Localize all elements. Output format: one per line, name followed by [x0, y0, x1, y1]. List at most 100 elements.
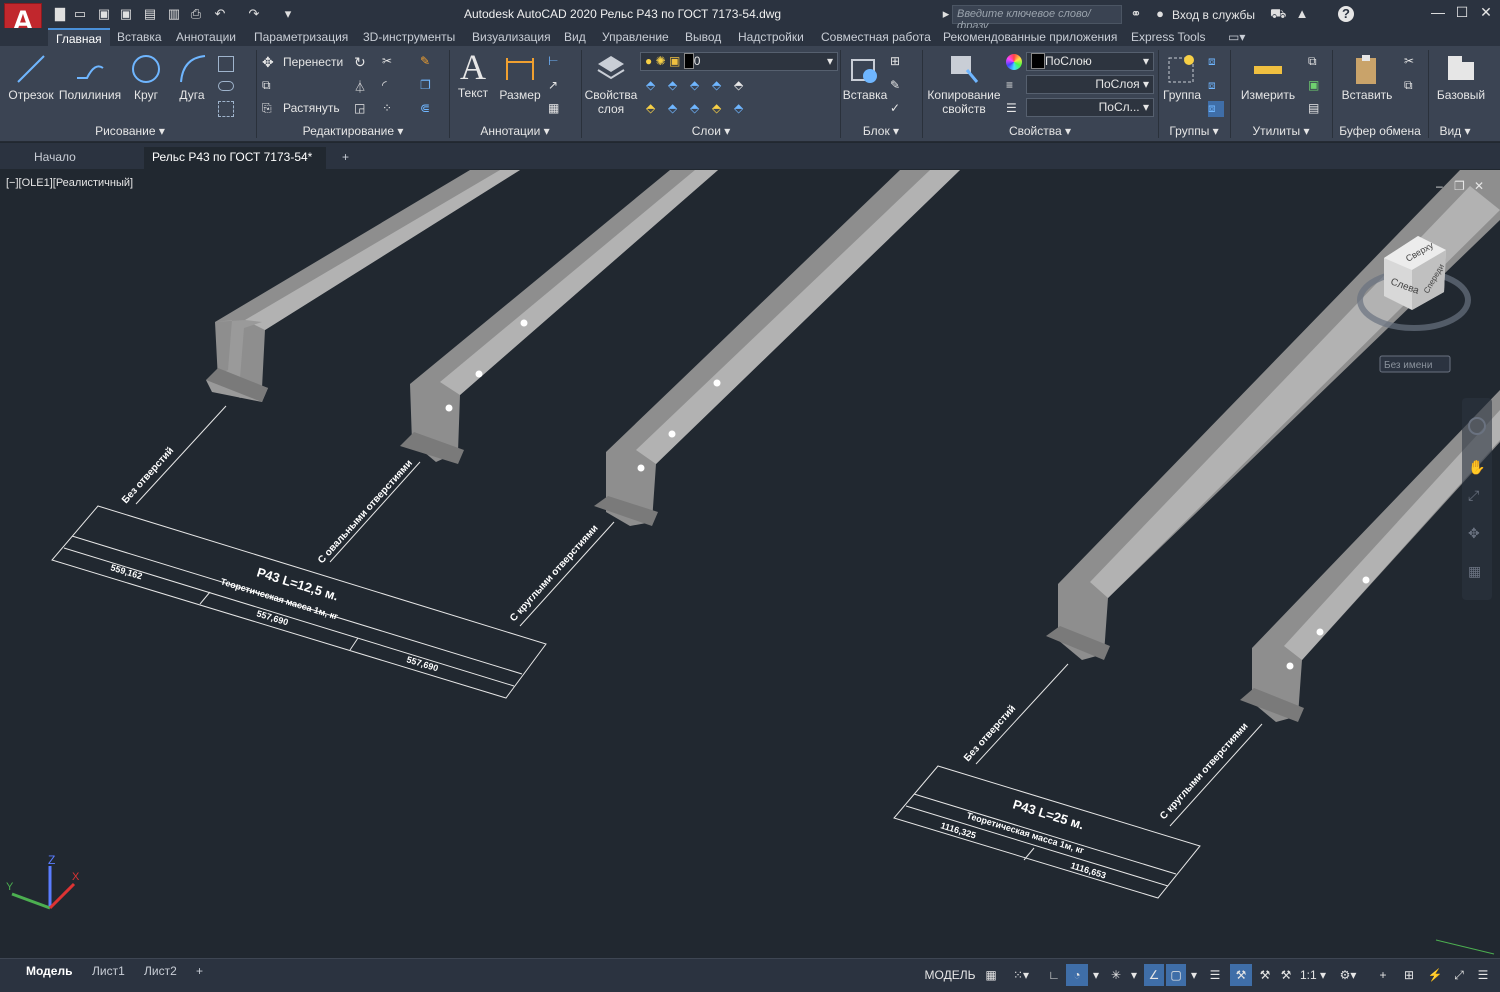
- line-button[interactable]: Отрезок: [8, 52, 54, 102]
- snap-icon[interactable]: ⁙▾: [1006, 964, 1036, 986]
- cart-icon[interactable]: ⛟: [1270, 6, 1286, 22]
- tab-view[interactable]: Вид: [564, 30, 586, 44]
- add-layout-button[interactable]: +: [192, 964, 207, 978]
- fillet-icon[interactable]: ◜: [382, 78, 398, 94]
- view-panel-label[interactable]: Вид ▾: [1430, 124, 1480, 138]
- dimension-button[interactable]: Размер: [498, 52, 542, 102]
- showmotion-icon[interactable]: ▦: [1468, 563, 1481, 579]
- table-icon[interactable]: ▦: [548, 101, 564, 117]
- lineweight-toggle-icon[interactable]: ☰: [1204, 964, 1226, 986]
- quick-select-icon[interactable]: ⧉: [1308, 54, 1324, 70]
- draw-panel-label[interactable]: Рисование ▾: [8, 124, 252, 138]
- save-as-icon[interactable]: ▣: [118, 6, 134, 22]
- group-edit-icon[interactable]: ⧈: [1208, 78, 1224, 94]
- drawing-viewport[interactable]: [−][OLE1][Реалистичный] Без отверстий С …: [0, 170, 1500, 958]
- plus-icon[interactable]: +: [1372, 964, 1394, 986]
- polar-icon[interactable]: ◔: [1066, 964, 1088, 986]
- insert-block-button[interactable]: Вставка: [842, 52, 888, 102]
- edit-attributes-icon[interactable]: ✓: [890, 101, 906, 117]
- save-web-icon[interactable]: ▥: [166, 6, 182, 22]
- layer-tool-icon[interactable]: ⬘: [712, 78, 728, 94]
- model-space[interactable]: Без отверстий С овальными отверстиями С …: [0, 170, 1500, 958]
- circle-button[interactable]: Круг: [126, 52, 166, 102]
- cut-icon[interactable]: ✂: [1404, 54, 1420, 70]
- tab-3d-tools[interactable]: 3D-инструменты: [363, 30, 455, 44]
- copy-clip-icon[interactable]: ⧉: [1404, 78, 1420, 94]
- layer-tool-icon[interactable]: ⬘: [668, 78, 684, 94]
- move-button[interactable]: Перенести: [283, 55, 343, 69]
- hardware-accel-icon[interactable]: ⚡: [1424, 964, 1446, 986]
- text-button[interactable]: A Текст: [452, 49, 494, 100]
- layer-tool-icon[interactable]: ⬘: [668, 101, 684, 117]
- tab-visualize[interactable]: Визуализация: [472, 30, 551, 44]
- fullscreen-icon[interactable]: ⤢: [1448, 964, 1470, 986]
- move-icon[interactable]: ✥: [262, 54, 278, 70]
- auto-scale-icon[interactable]: ⚒: [1254, 964, 1276, 986]
- object-snap-icon[interactable]: ▢: [1166, 964, 1186, 986]
- open-file-icon[interactable]: ▭: [72, 6, 88, 22]
- ungroup-icon[interactable]: ⧈: [1208, 54, 1224, 70]
- tab-collaborate[interactable]: Совместная работа: [821, 30, 931, 44]
- select-all-icon[interactable]: ▣: [1308, 78, 1324, 94]
- linetype-icon[interactable]: ☰: [1006, 101, 1022, 117]
- ellipse-icon[interactable]: [218, 81, 234, 91]
- groups-panel-label[interactable]: Группы ▾: [1160, 124, 1228, 138]
- mirror-icon[interactable]: ⏃: [354, 78, 370, 94]
- copy-icon[interactable]: ⧉: [262, 78, 278, 94]
- close-window-button[interactable]: ✕: [1474, 4, 1498, 24]
- modify-panel-label[interactable]: Редактирование ▾: [258, 124, 448, 138]
- annotation-visibility-icon[interactable]: ⚒: [1230, 964, 1252, 986]
- tab-annotate[interactable]: Аннотации: [176, 30, 236, 44]
- properties-panel-label[interactable]: Свойства ▾: [924, 124, 1156, 138]
- zoom-extents-icon[interactable]: ⤢: [1468, 487, 1479, 503]
- color-wheel-icon[interactable]: [1006, 54, 1022, 70]
- layer-tool-icon[interactable]: ⬘: [690, 101, 706, 117]
- layer-tool-icon[interactable]: ⬘: [646, 101, 662, 117]
- autodesk-a360-icon[interactable]: ▲: [1294, 6, 1310, 22]
- tab-featured-apps[interactable]: Рекомендованные приложения: [943, 30, 1117, 44]
- object-snap-tracking-icon[interactable]: ∠: [1144, 964, 1164, 986]
- help-icon[interactable]: ?: [1338, 6, 1354, 22]
- tab-output[interactable]: Вывод: [685, 30, 721, 44]
- lineweight-dropdown[interactable]: ПоСл... ▾: [1026, 98, 1154, 117]
- viewport-minimize-icon[interactable]: –: [1436, 179, 1443, 193]
- offset-icon[interactable]: ⋐: [420, 101, 436, 117]
- tab-home[interactable]: Главная: [48, 28, 110, 46]
- ortho-icon[interactable]: ∟: [1044, 964, 1064, 986]
- leader-icon[interactable]: ↗: [548, 78, 564, 94]
- undo-icon[interactable]: ↶: [212, 6, 228, 22]
- trim-icon[interactable]: ✂: [382, 54, 398, 70]
- edit-block-icon[interactable]: ✎: [890, 78, 906, 94]
- start-tab[interactable]: Начало: [26, 147, 140, 169]
- minimize-button[interactable]: —: [1426, 4, 1450, 24]
- lineweight-icon[interactable]: ≡: [1006, 78, 1022, 94]
- plot-icon[interactable]: ⎙: [188, 6, 204, 22]
- clipboard-panel-label[interactable]: Буфер обмена: [1336, 124, 1424, 138]
- calculator-icon[interactable]: ▤: [1308, 101, 1324, 117]
- quick-access-dropdown-icon[interactable]: ▾: [280, 6, 296, 22]
- model-tab[interactable]: Модель: [22, 964, 76, 978]
- layers-panel-label[interactable]: Слои ▾: [582, 124, 840, 138]
- annotation-panel-label[interactable]: Аннотации ▾: [450, 124, 580, 138]
- scale-icon[interactable]: ◲: [354, 101, 370, 117]
- group-select-icon[interactable]: ⧈: [1208, 101, 1224, 117]
- explode-icon[interactable]: ❐: [420, 78, 436, 94]
- customize-menu-icon[interactable]: ☰: [1472, 964, 1494, 986]
- signin-link[interactable]: Вход в службы: [1172, 8, 1255, 22]
- measure-button[interactable]: Измерить: [1236, 52, 1300, 102]
- match-properties-button[interactable]: Копирование свойств: [924, 52, 1004, 116]
- layer-tool-icon[interactable]: ⬘: [712, 101, 728, 117]
- orbit-icon[interactable]: ✥: [1468, 525, 1480, 541]
- tab-insert[interactable]: Вставка: [117, 30, 162, 44]
- block-panel-label[interactable]: Блок ▾: [842, 124, 920, 138]
- isodraft-icon[interactable]: ✳: [1106, 964, 1126, 986]
- layer-tool-icon[interactable]: ⬘: [734, 78, 750, 94]
- workspace-gear-icon[interactable]: ⚙▾: [1334, 964, 1362, 986]
- rail-5[interactable]: [1240, 390, 1500, 722]
- create-block-icon[interactable]: ⊞: [890, 54, 906, 70]
- annotation-scale-dropdown[interactable]: 1:1 ▾: [1298, 964, 1328, 986]
- model-space-toggle[interactable]: МОДЕЛЬ: [924, 964, 976, 986]
- color-dropdown[interactable]: ПоСлою ▾: [1026, 52, 1154, 71]
- viewport-close-icon[interactable]: ✕: [1474, 179, 1484, 193]
- paste-button[interactable]: Вставить: [1338, 52, 1396, 102]
